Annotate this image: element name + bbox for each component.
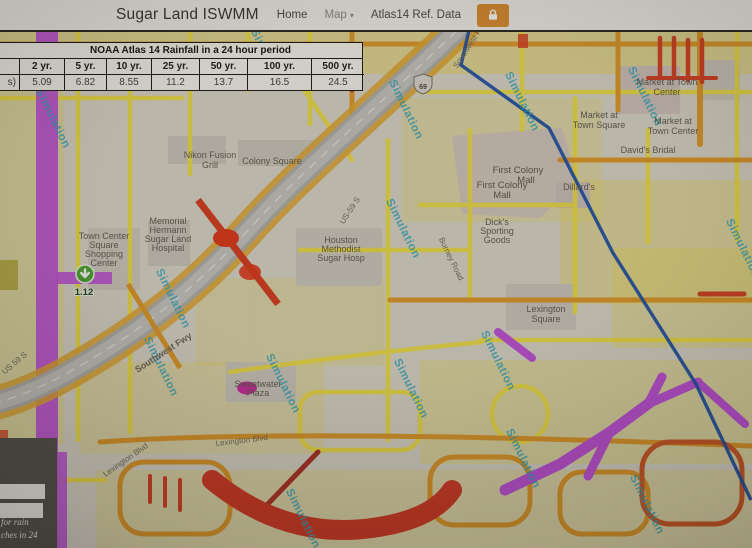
legend-caption-line1: for rain: [1, 517, 29, 527]
svg-text:Town Center: Town Center: [648, 126, 699, 136]
value-2yr: 5.09: [19, 74, 64, 90]
map-viewport[interactable]: 69 1.12 Simulation Simulation Simulation…: [0, 32, 752, 548]
noaa-table-grid: 2 yr. 5 yr. 10 yr. 25 yr. 50 yr. 100 yr.…: [0, 59, 362, 90]
svg-text:Colony Square: Colony Square: [242, 156, 302, 166]
svg-text:Lexington: Lexington: [526, 304, 565, 314]
highway-shield-69: 69: [414, 74, 432, 94]
svg-text:Mall: Mall: [493, 190, 510, 201]
svg-text:Center: Center: [90, 258, 117, 268]
app-window: Sugar Land ISWMM Home Map ▾ Atlas14 Ref. …: [0, 0, 752, 548]
col-header-25yr: 25 yr.: [151, 59, 199, 74]
legend-swatch: [0, 484, 45, 499]
col-header-50yr: 50 yr.: [199, 59, 247, 74]
svg-text:Nikon Fusion: Nikon Fusion: [184, 150, 237, 160]
value-100yr: 16.5: [247, 74, 311, 90]
nav-home[interactable]: Home: [277, 9, 308, 21]
noaa-table-title: NOAA Atlas 14 Rainfall in a 24 hour peri…: [0, 43, 362, 59]
svg-text:Square: Square: [531, 314, 560, 324]
svg-text:Center: Center: [653, 87, 680, 97]
svg-text:David's Bridal: David's Bridal: [621, 145, 676, 155]
col-header-100yr: 100 yr.: [247, 59, 311, 74]
app-title: Sugar Land ISWMM: [116, 6, 259, 24]
svg-text:Town Square: Town Square: [573, 120, 626, 130]
svg-text:Hospital: Hospital: [152, 243, 185, 253]
col-header-rowlabel: [0, 59, 19, 74]
rain-marker-value: 1.12: [75, 287, 94, 298]
value-500yr: 24.5: [311, 74, 364, 90]
col-header-2yr: 2 yr.: [19, 59, 64, 74]
value-25yr: 11.2: [151, 74, 199, 90]
svg-text:Dillard's: Dillard's: [563, 182, 595, 192]
col-header-5yr: 5 yr.: [64, 59, 106, 74]
svg-text:Market at: Market at: [654, 116, 692, 126]
noaa-rainfall-table: NOAA Atlas 14 Rainfall in a 24 hour peri…: [0, 42, 363, 91]
col-header-10yr: 10 yr.: [106, 59, 151, 74]
legend-widget-panel: for rain ches in 24: [0, 438, 57, 548]
row-label-inches: s): [0, 74, 19, 90]
svg-text:Plaza: Plaza: [247, 388, 270, 398]
value-50yr: 13.7: [199, 74, 247, 90]
nav-map-label: Map: [324, 9, 346, 21]
shield-number: 69: [419, 84, 427, 91]
svg-text:Goods: Goods: [484, 235, 511, 245]
map-canvas[interactable]: 69 1.12 Simulation Simulation Simulation…: [0, 32, 752, 548]
svg-text:Market at: Market at: [580, 110, 618, 120]
chevron-down-icon: ▾: [350, 11, 354, 20]
value-10yr: 8.55: [106, 74, 151, 90]
legend-caption-line2: ches in 24: [1, 530, 38, 540]
nav-atlas14-ref-data[interactable]: Atlas14 Ref. Data: [371, 9, 461, 21]
legend-swatch: [0, 503, 43, 518]
svg-text:Grill: Grill: [202, 160, 218, 170]
lock-icon: [486, 8, 500, 22]
upload-lock-button[interactable]: [477, 4, 509, 27]
svg-text:Market at Town: Market at Town: [637, 77, 698, 87]
value-5yr: 6.82: [64, 74, 106, 90]
svg-text:Sugar Hosp: Sugar Hosp: [317, 253, 365, 263]
nav-map-dropdown[interactable]: Map ▾: [324, 9, 353, 21]
col-header-500yr: 500 yr.: [311, 59, 364, 74]
top-header-bar: Sugar Land ISWMM Home Map ▾ Atlas14 Ref. …: [0, 0, 752, 32]
main-nav: Home Map ▾ Atlas14 Ref. Data: [277, 9, 461, 21]
